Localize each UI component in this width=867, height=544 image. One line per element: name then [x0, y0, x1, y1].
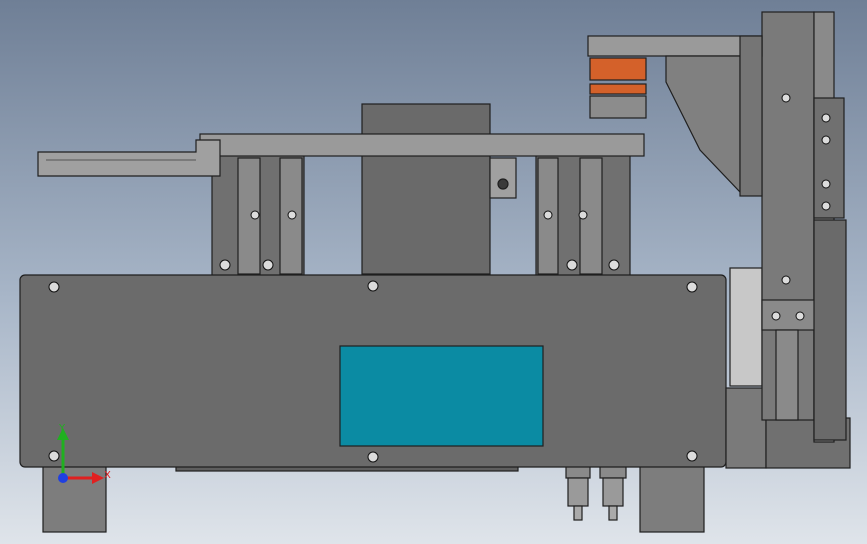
screw: [48, 281, 60, 293]
screw: [566, 259, 578, 271]
screw: [795, 311, 805, 321]
y-axis-label: Y: [59, 423, 66, 434]
top-plate-left-arm: [37, 139, 221, 177]
column-lower-spine: [813, 219, 847, 441]
right-inner-shaft: [775, 329, 799, 421]
screw: [781, 275, 791, 285]
screw: [686, 281, 698, 293]
cad-viewport[interactable]: Y X: [0, 0, 867, 544]
column-slide-block: [761, 299, 817, 331]
screw: [578, 210, 588, 220]
screw: [48, 450, 60, 462]
spring-coil-bottom: [589, 83, 647, 95]
z-axis-dot: [58, 473, 68, 483]
screw: [367, 280, 379, 292]
screw: [781, 93, 791, 103]
screw: [367, 451, 379, 463]
screw: [686, 450, 698, 462]
screw: [821, 135, 831, 145]
screw: [821, 201, 831, 211]
screw: [771, 311, 781, 321]
screw: [219, 259, 231, 271]
screw: [608, 259, 620, 271]
center-block: [361, 103, 491, 275]
arm-gusset: [665, 55, 741, 194]
bottom-connector-left: [565, 465, 591, 521]
white-cylinder: [729, 267, 763, 387]
screw: [287, 210, 297, 220]
hanging-bracket: [489, 157, 517, 199]
right-foot-cylinder: [639, 465, 705, 533]
screw: [250, 210, 260, 220]
screw: [821, 179, 831, 189]
assembly-drawing[interactable]: [0, 0, 867, 544]
spring-coil-top: [589, 57, 647, 81]
display-window: [339, 345, 544, 447]
screw: [262, 259, 274, 271]
right-lower-block: [725, 387, 767, 469]
screw: [821, 113, 831, 123]
bottom-connector-right: [599, 465, 627, 521]
top-plate: [199, 133, 645, 157]
x-axis-label: X: [104, 470, 111, 481]
screw: [543, 210, 553, 220]
top-arm: [587, 35, 763, 57]
spring-holder: [589, 95, 647, 119]
arm-mount-plate: [739, 35, 763, 197]
